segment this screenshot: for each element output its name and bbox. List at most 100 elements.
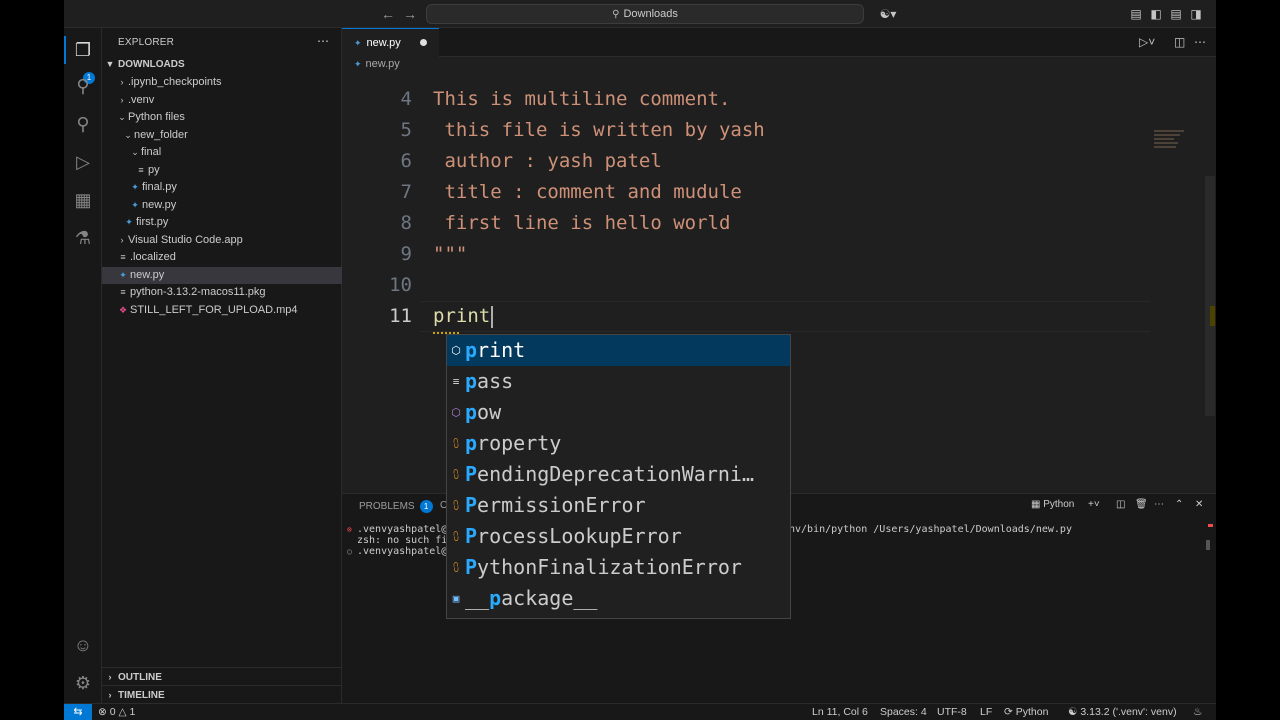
split-terminal-icon[interactable]: ◫ (1116, 499, 1125, 510)
suggestion-item[interactable]: ⬡ print (447, 335, 790, 366)
activity-bar: ❐ 1 ⚲ ⚲ ▷ ▦ ⚗ ☺ ⚙ (64, 28, 102, 703)
terminal-scrollbar[interactable] (1206, 540, 1210, 550)
suggestion-item[interactable]: ▣ __package__ (447, 583, 790, 614)
search-icon: ⚲ (612, 8, 620, 20)
unsaved-dot-icon[interactable] (420, 39, 427, 46)
outline-section-header[interactable]: › OUTLINE (102, 667, 342, 685)
python-interpreter[interactable]: ☯ 3.13.2 ('.venv': venv) (1068, 705, 1177, 720)
toggle-panel-icon[interactable]: ▤ (1168, 6, 1184, 22)
braces-icon: ⟳ (1004, 706, 1013, 718)
breadcrumb-file: new.py (365, 58, 400, 70)
tree-item-label: .venv (128, 93, 155, 106)
tree-item-new-py-nested[interactable]: ✦ new.py (102, 197, 342, 215)
suggestion-item[interactable]: ⩇ PermissionError (447, 490, 790, 521)
split-editor-icon[interactable]: ◫ (1174, 35, 1185, 49)
chevron-right-icon: › (120, 94, 124, 105)
tab-new-py[interactable]: ✦ new.py (342, 28, 439, 57)
keyword-icon: ≡ (452, 375, 460, 388)
timeline-section-header[interactable]: › TIMELINE (102, 685, 342, 703)
line-number: 4 (400, 88, 412, 110)
cursor-position[interactable]: Ln 11, Col 6 (812, 705, 868, 720)
editor-scrollbar[interactable] (1205, 176, 1215, 416)
tree-item-mp4[interactable]: ❖ STILL_LEFT_FOR_UPLOAD.mp4 (102, 302, 342, 320)
python-file-icon: ✦ (119, 269, 127, 280)
rest-text: roperty (477, 431, 562, 455)
language-label: Python (1015, 706, 1049, 718)
terminal-line: ⊗ .venvyashpatel@\ (347, 524, 453, 535)
command-center-search[interactable]: ⚲ Downloads (426, 4, 864, 24)
editor-more-icon[interactable]: ⋯ (1194, 35, 1206, 49)
copilot-icon[interactable]: ☯▾ (874, 6, 902, 22)
tree-item-python-files[interactable]: ⌄ Python files (102, 109, 342, 127)
run-python-icon[interactable]: ▷˅ (1139, 35, 1155, 49)
forward-arrow-icon[interactable]: → (402, 6, 418, 22)
code-line: 4 This is multiline comment. (342, 84, 1216, 115)
explorer-icon[interactable]: ❐ (71, 38, 95, 62)
chevron-down-icon: ⌄ (124, 129, 132, 140)
tree-item-venv[interactable]: › .venv (102, 92, 342, 110)
suggestion-item[interactable]: ≡ pass (447, 366, 790, 397)
command-center-label: Downloads (623, 8, 678, 20)
chevron-right-icon: › (120, 77, 124, 87)
tab-problems[interactable]: PROBLEMS 1 (359, 500, 433, 513)
tree-item-label: new.py (142, 198, 177, 211)
tree-item-ipynb-checkpoints[interactable]: › .ipynb_checkpoints (102, 74, 342, 92)
tree-item-final-py[interactable]: ✦ final.py (102, 179, 342, 197)
close-panel-icon[interactable]: ✕ (1195, 499, 1203, 510)
tree-item-py[interactable]: ≡ py (102, 162, 342, 180)
back-arrow-icon[interactable]: ← (380, 6, 396, 22)
problems-badge: 1 (419, 500, 433, 513)
chevron-right-icon: › (108, 690, 112, 700)
problems-status[interactable]: ⊗ 0 △ 1 (98, 705, 135, 720)
match-text: p (465, 338, 478, 362)
toggle-sidebar-icon[interactable]: ◧ (1148, 6, 1164, 22)
extensions-icon[interactable]: ▦ (71, 188, 95, 212)
minimap[interactable] (1154, 128, 1194, 158)
toggle-secondary-sidebar-icon[interactable]: ◨ (1188, 6, 1204, 22)
panel-more-icon[interactable]: ⋯ (1154, 499, 1164, 510)
terminal-text: zsh: no such fil (357, 535, 454, 546)
maximize-panel-icon[interactable]: ⌃ (1175, 499, 1183, 510)
suggestion-item[interactable]: ⩇ ProcessLookupError (447, 521, 790, 552)
source-control-icon[interactable]: ⚲ (71, 112, 95, 136)
suggestion-item[interactable]: ⩇ property (447, 428, 790, 459)
tree-item-vscode-app[interactable]: › Visual Studio Code.app (102, 232, 342, 250)
match-text: P (465, 555, 478, 579)
breadcrumb[interactable]: ✦ new.py (354, 58, 400, 70)
suggestion-item[interactable]: ⬡ pow (447, 397, 790, 428)
encoding[interactable]: UTF-8 (937, 705, 967, 720)
terminal-icon: ▦ (1031, 499, 1041, 510)
tree-item-label: final (141, 146, 162, 158)
language-mode[interactable]: ⟳ Python (1004, 705, 1048, 720)
suggestion-item[interactable]: ⩇ PythonFinalizationError (447, 552, 790, 583)
indentation[interactable]: Spaces: 4 (880, 705, 927, 720)
more-actions-icon[interactable]: ⋯ (317, 34, 329, 48)
scrollbar-warning-marker (1210, 306, 1215, 326)
account-icon[interactable]: ☺ (71, 633, 95, 657)
match-text: p (465, 400, 478, 424)
title-bar: ← → ⚲ Downloads ☯▾ ▤ ◧ ▤ ◨ (64, 0, 1216, 28)
settings-gear-icon[interactable]: ⚙ (71, 671, 95, 695)
new-terminal-icon[interactable]: +˅ (1088, 499, 1100, 510)
notifications-bell-icon[interactable]: ♨ (1193, 705, 1202, 720)
tree-item-final-folder[interactable]: ⌄ final (102, 144, 342, 162)
tree-item-python-pkg[interactable]: ≡ python-3.13.2-macos11.pkg (102, 284, 342, 302)
tree-item-label: final.py (142, 181, 177, 193)
variable-icon: ▣ (452, 592, 460, 605)
terminal-selector[interactable]: ▦ Python (1031, 499, 1074, 510)
end-of-line[interactable]: LF (980, 705, 992, 720)
search-icon[interactable]: ⚲ (71, 74, 95, 98)
folder-section-header[interactable]: ▼ DOWNLOADS (102, 55, 342, 73)
kill-terminal-icon[interactable]: 🗑 (1135, 499, 1148, 510)
tree-item-new-py[interactable]: ✦ new.py (102, 266, 342, 284)
suggestion-item[interactable]: ⩇ PendingDeprecationWarni… (447, 459, 790, 490)
testing-icon[interactable]: ⚗ (71, 226, 95, 250)
customize-layout-icon[interactable]: ▤ (1128, 6, 1144, 22)
run-debug-icon[interactable]: ▷ (71, 150, 95, 174)
tree-item-label: .ipynb_checkpoints (128, 76, 222, 88)
tree-item-new-folder[interactable]: ⌄ new_folder (102, 127, 342, 145)
line-text: author : yash patel (433, 150, 662, 172)
tree-item-localized[interactable]: ≡ .localized (102, 249, 342, 267)
tree-item-first-py[interactable]: ✦ first.py (102, 214, 342, 232)
remote-indicator-icon[interactable]: ⇆ (64, 704, 92, 720)
